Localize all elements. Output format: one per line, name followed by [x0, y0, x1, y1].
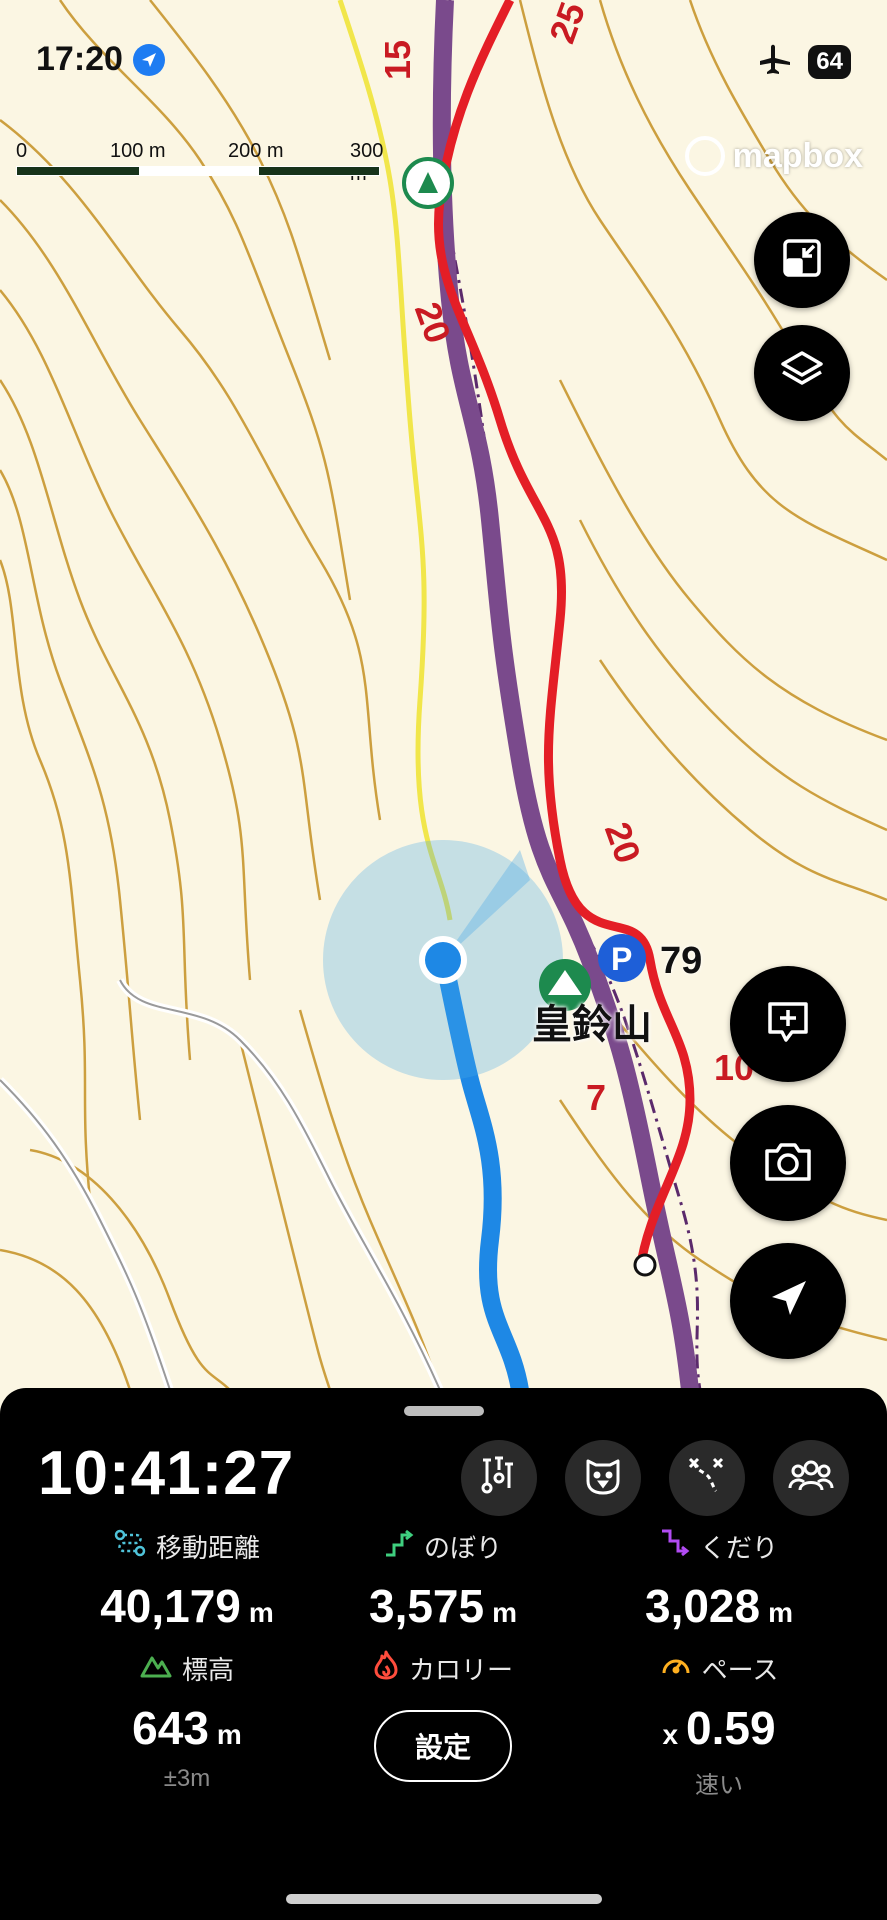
scale-label-0: 0: [16, 140, 28, 162]
airplane-mode-icon: [758, 44, 792, 79]
shrink-map-icon: [780, 236, 824, 285]
locate-button[interactable]: [730, 1243, 846, 1359]
stat-elevation-unit: m: [216, 1719, 242, 1750]
scale-label-200: 200 m: [228, 140, 284, 162]
add-note-icon: [764, 998, 812, 1051]
stat-pace-value: 0.59: [686, 1702, 776, 1754]
stat-pace-sub: 速い: [695, 1772, 743, 1799]
svg-text:7: 7: [586, 1077, 606, 1118]
dog-face-icon: [582, 1455, 624, 1502]
stat-descent: くだり 3,028 m: [574, 1528, 864, 1633]
svg-text:P: P: [611, 941, 632, 977]
home-indicator[interactable]: [286, 1894, 602, 1904]
stat-descent-unit: m: [768, 1597, 794, 1628]
scale-label-100: 100 m: [110, 140, 166, 162]
stat-elevation-label: 標高: [181, 1655, 234, 1685]
ascent-icon: [384, 1529, 414, 1564]
sheet-drag-handle[interactable]: [404, 1406, 484, 1416]
activity-panel: 10:41:27 移動距離 40,179 m のぼり 3,575 m くだり 3,0…: [0, 1388, 887, 1920]
stat-calories-label: カロリー: [408, 1655, 513, 1685]
stat-pace-prefix: x: [662, 1719, 679, 1750]
shrink-map-button[interactable]: [754, 212, 850, 308]
route-icon: [686, 1455, 728, 1502]
mapbox-wordmark: mapbox: [732, 136, 863, 175]
flame-icon: [373, 1650, 399, 1687]
map-view[interactable]: P 15 25 20 20 10 7 17:20 64 0 100 m 200 …: [0, 0, 887, 1390]
svg-text:15: 15: [377, 40, 418, 80]
descent-icon: [660, 1529, 690, 1564]
scale-label-300: 300 m: [350, 140, 384, 185]
measure-pins-button[interactable]: [461, 1440, 537, 1516]
stat-distance-unit: m: [248, 1597, 274, 1628]
camera-button[interactable]: [730, 1105, 846, 1221]
stat-distance-value: 40,179: [100, 1580, 241, 1632]
status-bar-time: 17:20: [36, 40, 165, 79]
stat-calories: カロリー: [298, 1650, 588, 1687]
stat-elevation-value: 643: [132, 1702, 209, 1754]
speedometer-icon: [660, 1651, 692, 1686]
stat-ascent-label: のぼり: [423, 1533, 502, 1563]
stat-descent-value: 3,028: [644, 1580, 761, 1632]
elapsed-time: 10:41:27: [38, 1439, 295, 1508]
status-bar-indicators: 64: [758, 44, 851, 79]
calorie-settings-button[interactable]: 設定: [374, 1710, 512, 1782]
locate-arrow-icon: [766, 1277, 810, 1326]
battery-level: 64: [808, 44, 851, 79]
camera-icon: [763, 1139, 813, 1188]
location-services-icon: [132, 43, 165, 76]
mountain-icon: [140, 1652, 172, 1685]
peak-label: 皇鈴山: [532, 1003, 652, 1047]
stat-ascent-value: 3,575: [368, 1580, 485, 1632]
elevation-label: 79: [660, 940, 703, 982]
group-button[interactable]: [773, 1440, 849, 1516]
clock: 17:20: [36, 40, 123, 78]
stat-elevation: 標高 643 m ±3m: [42, 1650, 332, 1793]
flask-pins-icon: [479, 1454, 519, 1503]
distance-icon: [114, 1529, 146, 1564]
dog-button[interactable]: [565, 1440, 641, 1516]
stat-elevation-accuracy: ±3m: [163, 1765, 211, 1792]
stat-pace-label: ペース: [701, 1655, 779, 1685]
stat-pace: ペース x 0.59 速い: [574, 1650, 864, 1800]
route-button[interactable]: [669, 1440, 745, 1516]
scale-bar: 0 100 m 200 m 300 m: [16, 140, 383, 185]
layers-icon: [778, 347, 826, 400]
stat-ascent-unit: m: [492, 1597, 518, 1628]
mapbox-attribution[interactable]: mapbox: [684, 136, 863, 176]
mapbox-logo-icon: [684, 136, 725, 176]
stat-ascent: のぼり 3,575 m: [298, 1528, 588, 1633]
group-icon: [788, 1456, 834, 1501]
add-note-button[interactable]: [730, 966, 846, 1082]
layers-button[interactable]: [754, 325, 850, 421]
stat-distance: 移動距離 40,179 m: [42, 1528, 332, 1633]
stat-distance-label: 移動距離: [155, 1533, 260, 1563]
stat-descent-label: くだり: [699, 1533, 778, 1563]
